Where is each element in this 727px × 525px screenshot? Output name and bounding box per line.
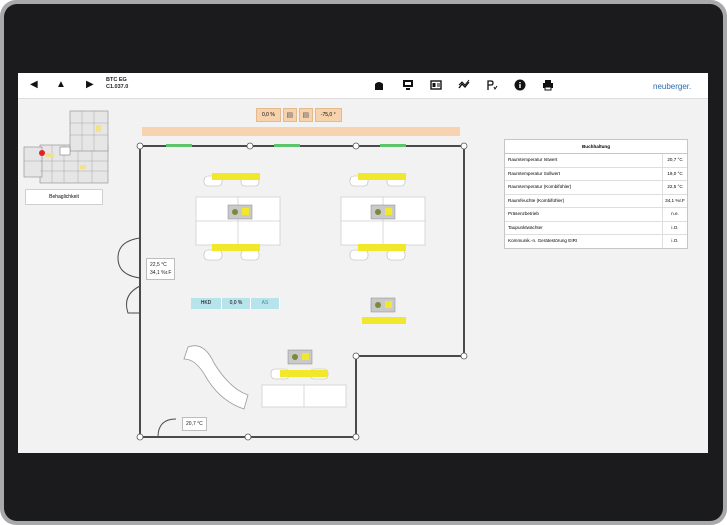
info-row-value: 20,7 °C (667, 157, 683, 162)
info-row-value: i.O. (671, 224, 679, 230)
info-row: Taupunktwächter i.O. (505, 221, 687, 235)
room-info-panel: Buchhaltung Raumtemperatur Istwert 20,7 °… (504, 139, 688, 249)
room-info-title: Buchhaltung (505, 140, 687, 154)
info-row: Kommunik.-n. Gerätestörung EIRI i.O. (505, 235, 687, 248)
room-sensor-readout[interactable]: 22,5 °C 34,1 %r.F (146, 258, 176, 280)
window-segment (274, 144, 300, 147)
curved-counter (183, 345, 249, 410)
slat-angle[interactable]: -75,0 ° (314, 108, 342, 122)
radiator-control[interactable]: HKD 0,0 % AS (191, 298, 280, 309)
info-row: Raumfeuchte (Kombifühler) 34,1 %r.F (505, 194, 687, 208)
info-row-value: n.e. (671, 211, 679, 216)
info-row-label: Präsenzbetrieb (505, 208, 663, 221)
info-row-value: 34,1 %r.F (665, 197, 685, 203)
door-bottom (157, 418, 177, 438)
info-row-label: Raumfeuchte (Kombifühler) (505, 194, 663, 207)
screen: ◀ ▲ ▶ BTC EG C1.037.0 neuberger. Behagli… (18, 73, 708, 453)
info-row-label: Kommunik.-n. Gerätestörung EIRI (505, 235, 663, 248)
window-segment (380, 144, 406, 147)
blind-up-icon[interactable]: ▤ (282, 108, 297, 122)
info-row-label: Raumtemperatur Istwert (505, 154, 663, 167)
entry-temperature[interactable]: 20,7 °C (182, 417, 207, 431)
info-row-label: Raumtemperatur (Kombifühler) (505, 181, 663, 194)
info-row: Präsenzbetrieb n.e. (505, 208, 687, 222)
radiator-valve: 0,0 % (222, 298, 251, 309)
info-row-label: Raumtemperatur Sollwert (505, 167, 663, 180)
room-temperature: 22,5 °C (150, 262, 167, 268)
blind-position[interactable]: 0,0 % (256, 108, 281, 122)
radiator-label: HKD (191, 298, 222, 309)
window-segment (166, 144, 192, 147)
info-row-value: i.O. (671, 238, 679, 243)
radiator-state: AS (251, 298, 280, 309)
door-left-lower (126, 285, 141, 314)
info-row: Raumtemperatur (Kombifühler) 22,5 °C (505, 181, 687, 195)
info-row: Raumtemperatur Istwert 20,7 °C (505, 154, 687, 168)
info-row-value: 22,5 °C (667, 184, 683, 189)
info-row: Raumtemperatur Sollwert 19,0 °C (505, 167, 687, 181)
info-row-value[interactable]: 19,0 °C (663, 168, 687, 181)
door-left (117, 237, 141, 279)
blind-down-icon[interactable]: ▤ (298, 108, 313, 122)
floor-plan (117, 127, 468, 441)
room-humidity: 34,1 %r.F (150, 270, 172, 276)
info-row-label: Taupunktwächter (505, 221, 663, 234)
facade-strip (142, 127, 460, 136)
blind-control-bar: 0,0 % ▤ ▤ -75,0 ° (256, 108, 342, 122)
